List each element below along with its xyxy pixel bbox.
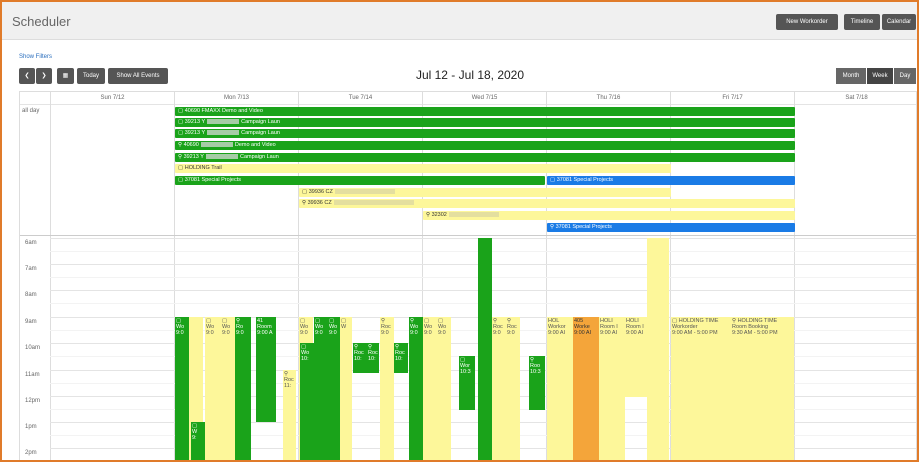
timed-event[interactable]: ⚲ Roc 9:0 xyxy=(506,317,520,460)
divider xyxy=(20,104,916,105)
timed-event[interactable]: ▢ Wo 9:0 xyxy=(437,317,451,460)
timed-event[interactable]: ⚲ Roo 10:3 xyxy=(529,356,545,410)
timed-event[interactable]: ⚲ Roc 10: xyxy=(353,343,367,373)
chevron-right-icon: ❯ xyxy=(41,73,47,79)
allday-event[interactable]: ▢ 37081 Special Projects xyxy=(175,176,545,185)
top-bar: Scheduler New Workorder Timeline Calenda… xyxy=(2,2,917,40)
timed-event[interactable]: ▢ Wo 10: xyxy=(300,343,314,460)
timed-event[interactable]: ▢ HOLDING TIME Workorder 9:00 AM - 5:00 PM xyxy=(671,317,731,460)
timed-event[interactable]: ⚲ Roc 10: xyxy=(367,343,379,373)
time-label: 7am xyxy=(25,266,37,272)
today-button[interactable]: Today xyxy=(77,68,105,84)
calendar-icon: ▦ xyxy=(62,73,69,79)
timed-event[interactable]: ▢ Wo 9:0 xyxy=(175,317,189,460)
timed-event[interactable]: ⚲ Roc 9:0 xyxy=(380,317,394,460)
allday-event[interactable]: ▢ 39213 Y Campaign Laun xyxy=(175,118,795,127)
timed-event[interactable]: ⚲ Roc 9:0 xyxy=(492,317,506,460)
allday-event[interactable]: ⚲ 32302 xyxy=(423,211,795,220)
calendar-button[interactable]: Calendar xyxy=(882,14,916,30)
timed-event[interactable]: ▢ W xyxy=(340,317,352,460)
time-label: 10am xyxy=(25,345,41,351)
timed-event[interactable]: 405 Worke 9:00 AI xyxy=(573,317,599,460)
day-header-wed[interactable]: Wed 7/15 xyxy=(422,92,546,104)
day-header-tue[interactable]: Tue 7/14 xyxy=(298,92,422,104)
time-label: 8am xyxy=(25,292,37,298)
calendar-picker-button[interactable]: ▦ xyxy=(57,68,74,84)
allday-event[interactable]: ▢ HOLDING Trail xyxy=(175,164,671,173)
timed-event[interactable] xyxy=(647,238,669,460)
timed-event[interactable]: ▢ Wo 9:0 xyxy=(221,317,235,460)
day-header-sun[interactable]: Sun 7/12 xyxy=(50,92,174,104)
timed-event[interactable]: ▢ Wor 10:3 xyxy=(459,356,475,410)
time-label: 6am xyxy=(25,240,37,246)
view-month-button[interactable]: Month xyxy=(836,68,866,84)
view-day-button[interactable]: Day xyxy=(894,68,916,84)
allday-event[interactable]: ⚲ 40690 Demo and Video xyxy=(175,141,795,150)
time-label: 1pm xyxy=(25,424,37,430)
day-header-sat[interactable]: Sat 7/18 xyxy=(794,92,916,104)
timeline-button[interactable]: Timeline xyxy=(844,14,880,30)
next-button[interactable]: ❯ xyxy=(36,68,52,84)
timed-event[interactable] xyxy=(478,238,492,460)
timed-event[interactable]: ⚲ Wo 9:0 xyxy=(409,317,423,460)
timed-event[interactable]: ⚲ Roc 10: xyxy=(394,343,408,373)
timed-event[interactable]: ⚲ Roc 11: xyxy=(283,370,296,460)
allday-event[interactable]: ▢ 37081 Special Projects xyxy=(547,176,795,185)
timed-event[interactable]: ⚲ HOLDING TIME Room Booking 9:30 AM - 5:00… xyxy=(731,317,794,460)
timed-event[interactable]: ▢ Wo 9:0 xyxy=(314,317,328,460)
divider xyxy=(20,235,916,236)
app-title: Scheduler xyxy=(12,14,71,29)
timed-event[interactable]: 41 Room 9:00 A xyxy=(256,317,276,422)
time-label: 12pm xyxy=(25,398,41,404)
app-frame: Scheduler New Workorder Timeline Calenda… xyxy=(0,0,919,462)
day-header-thu[interactable]: Thu 7/16 xyxy=(546,92,670,104)
prev-button[interactable]: ❮ xyxy=(19,68,35,84)
timed-event[interactable]: ▢ Wo 9:0 xyxy=(328,317,340,460)
day-header-mon[interactable]: Mon 7/13 xyxy=(174,92,298,104)
allday-event[interactable]: ▢ 39936 CZ xyxy=(299,188,671,197)
time-label: 11am xyxy=(25,372,40,378)
allday-label: all day xyxy=(22,108,40,114)
week-calendar: Sun 7/12 Mon 7/13 Tue 7/14 Wed 7/15 Thu … xyxy=(19,91,917,460)
show-all-events-button[interactable]: Show All Events xyxy=(108,68,168,84)
timed-event[interactable]: HOL Workor 9:00 AI xyxy=(547,317,573,460)
allday-event[interactable]: ▢ 40690 FMAXX Demo and Video xyxy=(175,107,795,116)
date-range-title: Jul 12 - Jul 18, 2020 xyxy=(415,68,525,82)
allday-event[interactable]: ▢ 39213 Y Campaign Laun xyxy=(175,129,795,138)
show-filters-link[interactable]: Show Filters xyxy=(19,54,52,60)
timed-event[interactable]: HOLI Room I 9:00 AI xyxy=(599,317,625,460)
timed-event[interactable]: ▢ Wo 9:0 xyxy=(205,317,221,460)
allday-event[interactable]: ⚲ 39213 Y Campaign Laun xyxy=(175,153,795,162)
new-workorder-button[interactable]: New Workorder xyxy=(776,14,838,30)
time-label: 9am xyxy=(25,319,37,325)
allday-event[interactable]: ⚲ 37081 Special Projects xyxy=(547,223,795,232)
chevron-left-icon: ❮ xyxy=(24,73,30,79)
timed-event[interactable]: ▢ Wo 9:0 xyxy=(423,317,437,460)
timed-event[interactable]: ▢ W 9: xyxy=(191,422,205,460)
allday-event[interactable]: ⚲ 39936 CZ xyxy=(299,199,795,208)
view-week-button[interactable]: Week xyxy=(867,68,893,84)
timed-event[interactable]: ⚲ Ro 9:0 xyxy=(235,317,251,460)
day-header-fri[interactable]: Fri 7/17 xyxy=(670,92,794,104)
time-label: 2pm xyxy=(25,450,37,456)
